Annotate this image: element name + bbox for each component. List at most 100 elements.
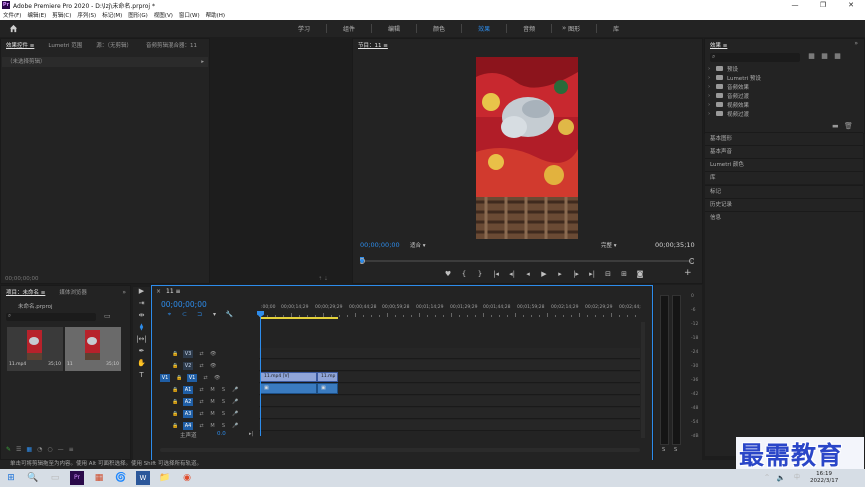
panel-info[interactable]: 信息 xyxy=(705,211,863,456)
effects-folder-video-effects[interactable]: › 视频效果 xyxy=(708,100,761,109)
effects-folder-audio-effects[interactable]: › 音频效果 xyxy=(708,82,761,91)
program-timecode[interactable]: 00;00;00;00 xyxy=(360,241,400,249)
add-marker-icon[interactable]: ▾ xyxy=(207,311,222,319)
lift-button[interactable]: ▸| xyxy=(584,270,600,278)
mic-icon[interactable]: 🎤 xyxy=(232,399,238,405)
sync-lock-icon[interactable]: ⇄ xyxy=(199,423,204,429)
tab-media-browser[interactable]: 媒体浏览器 xyxy=(59,288,87,296)
workspace-tab-assembly[interactable]: 组件 xyxy=(341,24,357,33)
menu-markers[interactable]: 标记(M) xyxy=(102,11,122,19)
go-to-in-button[interactable]: |◂ xyxy=(488,270,504,278)
expand-arrow-icon[interactable]: ▸ xyxy=(201,57,204,67)
new-bin-icon[interactable]: ▬ xyxy=(832,122,844,130)
lock-icon[interactable]: 🔒 xyxy=(176,375,182,381)
effects-more-icon[interactable]: » xyxy=(854,40,858,47)
taskbar-clock[interactable]: 16:19 2022/3/17 xyxy=(810,471,838,485)
source-patch-v1[interactable]: V1 xyxy=(160,373,170,382)
workspace-tab-audio[interactable]: 音频 xyxy=(521,24,537,33)
mark-out-button[interactable]: } xyxy=(472,270,488,278)
search-icon[interactable]: 🔍 xyxy=(26,471,40,485)
timeline-timecode[interactable]: 00;00;00;00 xyxy=(161,300,207,309)
solo-button[interactable]: S xyxy=(221,423,226,429)
tab-audio-clip-mixer[interactable]: 音频剪辑混合器：11 xyxy=(146,41,197,49)
tab-effect-controls[interactable]: 效果控件 ≡ xyxy=(6,41,34,49)
pencil-icon[interactable]: ✎ xyxy=(6,446,11,453)
video-clip[interactable]: 11.mp4 [V] xyxy=(260,372,317,382)
solo-button[interactable]: S xyxy=(221,411,226,417)
track-id-a3[interactable]: A3 xyxy=(183,409,193,418)
effects-folder-video-transitions[interactable]: › 视频过渡 xyxy=(708,109,761,118)
panel-essential-sound[interactable]: 基本声音 xyxy=(705,145,863,158)
start-icon[interactable]: ⊞ xyxy=(4,471,18,485)
sort-icon[interactable]: ≡ xyxy=(69,446,74,453)
pen-tool-icon[interactable]: ✒ xyxy=(133,347,150,359)
track-lane-a2[interactable] xyxy=(259,396,640,407)
tray-overflow-icon[interactable]: ^ xyxy=(760,471,774,485)
track-id-v3[interactable]: V3 xyxy=(183,349,193,358)
tab-program-monitor[interactable]: 节目：11 ≡ xyxy=(358,41,388,49)
workspace-tab-color[interactable]: 颜色 xyxy=(431,24,447,33)
program-scrub-bar[interactable] xyxy=(360,257,694,265)
new-bin-icon[interactable]: ▭ xyxy=(104,312,111,320)
step-back-button[interactable]: ◂| xyxy=(504,270,520,278)
playback-resolution-dropdown[interactable]: 完整 ▾ xyxy=(601,241,617,249)
workspace-tab-learn[interactable]: 学习 xyxy=(296,24,312,33)
menu-help[interactable]: 帮助(H) xyxy=(206,11,225,19)
time-ruler[interactable]: :00;00 00;00;14;29 00;00;29;29 00;00;44;… xyxy=(259,303,642,317)
menu-graphics[interactable]: 图形(G) xyxy=(128,11,148,19)
rewind-button[interactable]: ◂ xyxy=(520,270,536,278)
effect-controls-timecode[interactable]: 00;00;00;00 xyxy=(5,276,39,282)
track-lane-v3[interactable] xyxy=(259,348,640,359)
close-button[interactable]: ✕ xyxy=(837,0,865,10)
32bit-effects-icon[interactable]: ▦ xyxy=(818,52,831,60)
linked-selection-icon[interactable]: ⊐ xyxy=(192,311,207,319)
tab-effects[interactable]: 效果 ≡ xyxy=(710,41,727,49)
menu-clip[interactable]: 剪辑(C) xyxy=(52,11,71,19)
project-item-clip[interactable]: 11.mp4 35;10 xyxy=(7,327,63,371)
zoom-level-dropdown[interactable]: 适合 ▾ xyxy=(410,241,426,249)
nest-toggle-icon[interactable]: ⌖ xyxy=(162,311,177,319)
lock-icon[interactable]: 🔒 xyxy=(172,399,178,405)
sync-lock-icon[interactable]: ⇄ xyxy=(199,363,204,369)
extract-button[interactable]: ⊟ xyxy=(600,270,616,278)
timeline-horizontal-scrollbar[interactable] xyxy=(160,448,640,452)
razor-tool-icon[interactable]: ⧫ xyxy=(133,323,150,335)
word-taskbar-icon[interactable]: W xyxy=(136,471,150,485)
mute-button[interactable]: M xyxy=(210,387,215,393)
premiere-taskbar-icon[interactable]: Pr xyxy=(70,471,84,485)
effects-folder-presets[interactable]: › 预设 xyxy=(708,64,761,73)
mic-icon[interactable]: 🎤 xyxy=(232,387,238,393)
file-explorer-icon[interactable]: 📁 xyxy=(158,471,172,485)
sync-lock-icon[interactable]: ⇄ xyxy=(199,399,204,405)
comparison-view-button[interactable]: ◙ xyxy=(632,270,648,278)
step-forward-button[interactable]: ▸ xyxy=(552,270,568,278)
workspace-tab-libraries[interactable]: 库 xyxy=(611,24,621,33)
audio-clip[interactable]: ▣ xyxy=(317,383,338,394)
ripple-edit-tool-icon[interactable]: ⇹ xyxy=(133,311,150,323)
ime-icon[interactable]: 中 xyxy=(790,471,804,485)
timeline-vertical-scrollbar[interactable] xyxy=(641,322,645,438)
panel-history[interactable]: 历史记录 xyxy=(705,198,863,211)
eye-icon[interactable]: 👁 xyxy=(214,375,220,381)
home-icon[interactable] xyxy=(9,24,18,33)
chrome-taskbar-icon[interactable]: ◉ xyxy=(180,471,194,485)
sync-lock-icon[interactable]: ⇄ xyxy=(203,375,208,381)
track-lane-a3[interactable] xyxy=(259,408,640,419)
master-go-to-end-icon[interactable]: ▸| xyxy=(249,431,253,437)
workspace-tab-graphics[interactable]: 图形 xyxy=(566,24,582,33)
menu-file[interactable]: 文件(F) xyxy=(3,11,21,19)
track-id-v2[interactable]: V2 xyxy=(183,361,193,370)
solo-button[interactable]: S xyxy=(221,399,226,405)
mute-button[interactable]: M xyxy=(210,411,215,417)
track-select-tool-icon[interactable]: ⇥ xyxy=(133,299,150,311)
yuv-effects-icon[interactable]: ▦ xyxy=(831,52,844,60)
freeform-view-icon[interactable]: ◔ xyxy=(37,446,42,453)
solo-button[interactable]: S xyxy=(221,387,226,393)
project-more-icon[interactable]: » xyxy=(122,289,126,296)
tab-project[interactable]: 项目：未命名 ≡ xyxy=(6,288,45,296)
track-id-a4[interactable]: A4 xyxy=(183,421,193,430)
type-tool-icon[interactable]: T xyxy=(133,371,150,383)
mute-button[interactable]: M xyxy=(210,423,215,429)
wrench-icon[interactable]: 🔧 xyxy=(222,311,237,319)
effects-folder-lumetri-presets[interactable]: › Lumetri 预设 xyxy=(708,73,761,82)
